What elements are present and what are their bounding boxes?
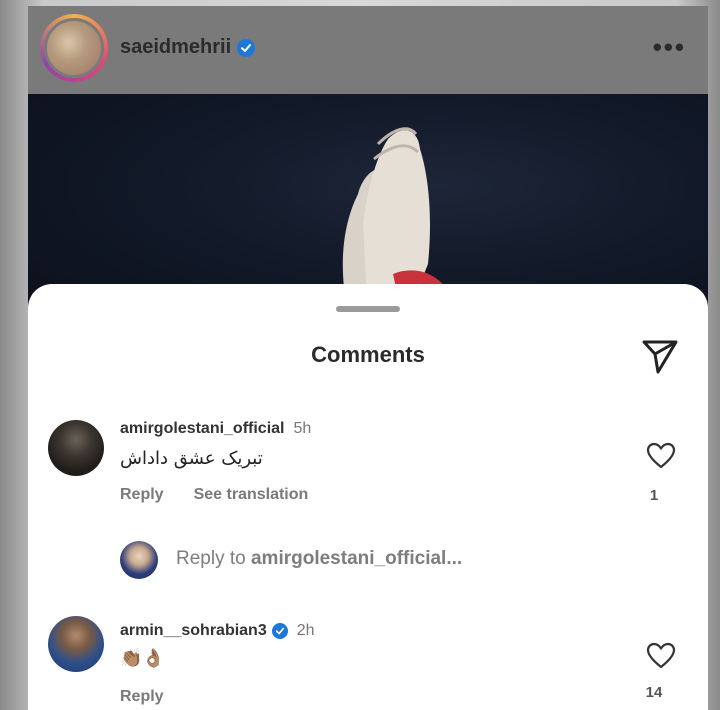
comment-time: 5h: [293, 420, 312, 437]
reply-prefix: Reply to: [176, 548, 251, 569]
comment-text: 👏🏽👌🏽: [120, 648, 165, 669]
comments-sheet: Comments amirgolestani_official 5h تبریک…: [28, 284, 708, 710]
comment-username[interactable]: armin__sohrabian3 2h: [120, 622, 315, 640]
comment-text: تبریک عشق داداش: [120, 448, 263, 469]
post-header: saeidmehrii •••: [28, 6, 708, 94]
avatar-image: [44, 18, 104, 78]
comment-username[interactable]: amirgolestani_official 5h: [120, 420, 311, 438]
heart-icon[interactable]: [646, 442, 676, 470]
verified-badge-icon: [271, 623, 288, 639]
post-username[interactable]: saeidmehrii: [120, 36, 256, 59]
commenter-avatar[interactable]: [48, 616, 104, 672]
more-options-icon[interactable]: •••: [653, 32, 686, 63]
comment-username-label: armin__sohrabian3: [120, 622, 267, 639]
like-count: 1: [649, 487, 659, 504]
comment-time: 2h: [296, 622, 315, 639]
like-count: 14: [645, 684, 663, 701]
reply-button[interactable]: Reply: [120, 486, 164, 504]
reply-placeholder: Reply to amirgolestani_official...: [176, 548, 462, 570]
reply-target: amirgolestani_official...: [250, 548, 463, 569]
current-user-avatar: [120, 541, 158, 579]
reply-button[interactable]: Reply: [120, 688, 164, 706]
see-translation-button[interactable]: See translation: [194, 486, 309, 504]
sheet-drag-handle[interactable]: [336, 306, 400, 312]
heart-icon[interactable]: [646, 642, 676, 670]
profile-avatar[interactable]: [40, 14, 108, 82]
screenshot-frame: saeidmehrii ••• Comments amirgolestani_o…: [28, 6, 708, 710]
share-icon[interactable]: [640, 336, 680, 376]
comment-username-label: amirgolestani_official: [120, 420, 285, 437]
verified-badge-icon: [237, 38, 256, 57]
commenter-avatar[interactable]: [48, 420, 104, 476]
comments-title: Comments: [311, 342, 425, 367]
post-username-label: saeidmehrii: [120, 36, 232, 58]
